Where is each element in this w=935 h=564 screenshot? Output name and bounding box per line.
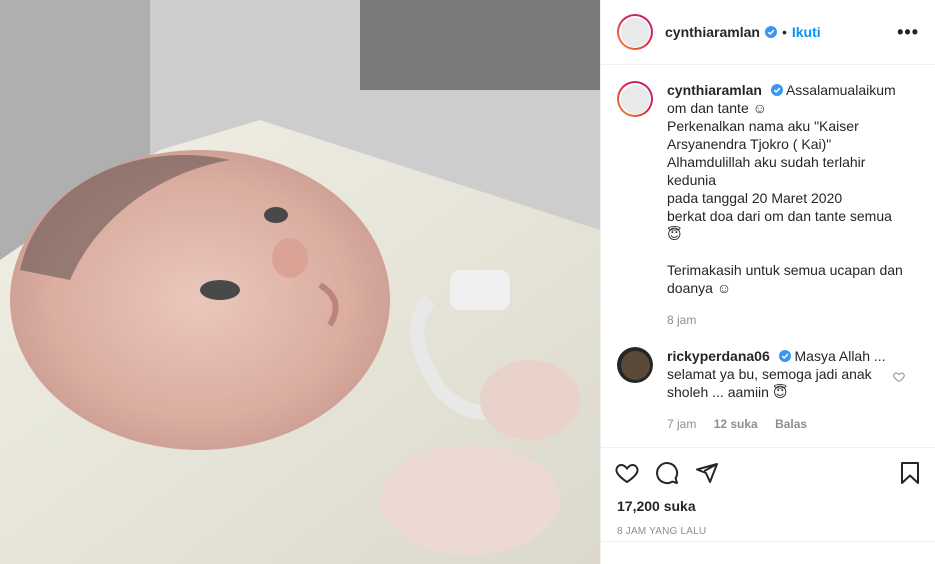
caption: cynthiaramlan Assalamualaikum om dan tan… — [617, 81, 919, 329]
more-icon[interactable]: ••• — [897, 22, 919, 43]
caption-text-line: kedunia — [667, 172, 717, 188]
comment-text: Masya Allah ... — [794, 348, 886, 364]
caption-text-line: doanya ☺ — [667, 280, 732, 296]
separator-dot: • — [781, 24, 787, 40]
caption-text-line: Alhamdulillah aku sudah terlahir — [667, 154, 866, 170]
comment-username[interactable]: rickyperdana06 — [667, 348, 770, 364]
caption-text-line: Perkenalkan nama aku "Kaiser — [667, 118, 859, 134]
post-actions: 17,200 suka 8 JAM YANG LALU — [601, 447, 935, 537]
comment-avatar[interactable] — [617, 347, 653, 383]
caption-text-line: 😇 — [667, 226, 682, 242]
verified-icon — [770, 84, 783, 96]
action-icons — [601, 448, 935, 488]
post-sidebar: cynthiaramlan • Ikuti ••• cynthiaramlan — [600, 0, 935, 564]
like-count[interactable]: 17,200 suka — [601, 488, 935, 514]
avatar[interactable] — [617, 14, 653, 50]
comments-section: cynthiaramlan Assalamualaikum om dan tan… — [601, 65, 935, 447]
caption-text-line: Assalamualaikum — [785, 82, 896, 98]
caption-avatar[interactable] — [617, 81, 653, 117]
caption-text-line: Terimakasih untuk semua ucapan dan — [667, 262, 903, 278]
follow-button[interactable]: Ikuti — [792, 24, 821, 40]
comment-icon[interactable] — [655, 461, 679, 485]
comment-body: rickyperdana06 Masya Allah ... selamat y… — [667, 347, 907, 433]
comment-text: sholeh ... aamiin 😇 — [667, 384, 788, 400]
caption-text-line: pada tanggal 20 Maret 2020 — [667, 190, 843, 206]
share-icon[interactable] — [695, 461, 719, 485]
heart-icon[interactable] — [615, 461, 639, 485]
post-timestamp[interactable]: 8 JAM YANG LALU — [601, 514, 935, 537]
bookmark-icon[interactable] — [898, 461, 922, 485]
caption-text-line: om dan tante ☺ — [667, 100, 767, 116]
reply-button[interactable]: Balas — [775, 417, 807, 431]
comment-meta: 7 jam 12 suka Balas — [667, 415, 907, 433]
caption-text-line: berkat doa dari om dan tante semua — [667, 208, 892, 224]
comment-likes[interactable]: 12 suka — [714, 417, 758, 431]
caption-time: 8 jam — [667, 313, 697, 327]
comment-time[interactable]: 7 jam — [667, 417, 696, 431]
post-photo[interactable] — [0, 0, 600, 564]
caption-text-line: Arsyanendra Tjokro ( Kai)" — [667, 136, 832, 152]
comment-like-heart-icon[interactable] — [893, 371, 905, 383]
comment-input-divider — [601, 541, 935, 542]
verified-icon — [778, 350, 791, 362]
header-username[interactable]: cynthiaramlan — [665, 24, 760, 40]
caption-username[interactable]: cynthiaramlan — [667, 82, 762, 98]
instagram-post: cynthiaramlan • Ikuti ••• cynthiaramlan — [0, 0, 935, 564]
verified-icon — [764, 26, 777, 38]
newborn-photo-illustration — [0, 0, 600, 564]
post-header: cynthiaramlan • Ikuti ••• — [601, 0, 935, 65]
comment: rickyperdana06 Masya Allah ... selamat y… — [617, 347, 919, 433]
comment-text: selamat ya bu, semoga jadi anak — [667, 366, 872, 382]
caption-body: cynthiaramlan Assalamualaikum om dan tan… — [667, 81, 907, 329]
